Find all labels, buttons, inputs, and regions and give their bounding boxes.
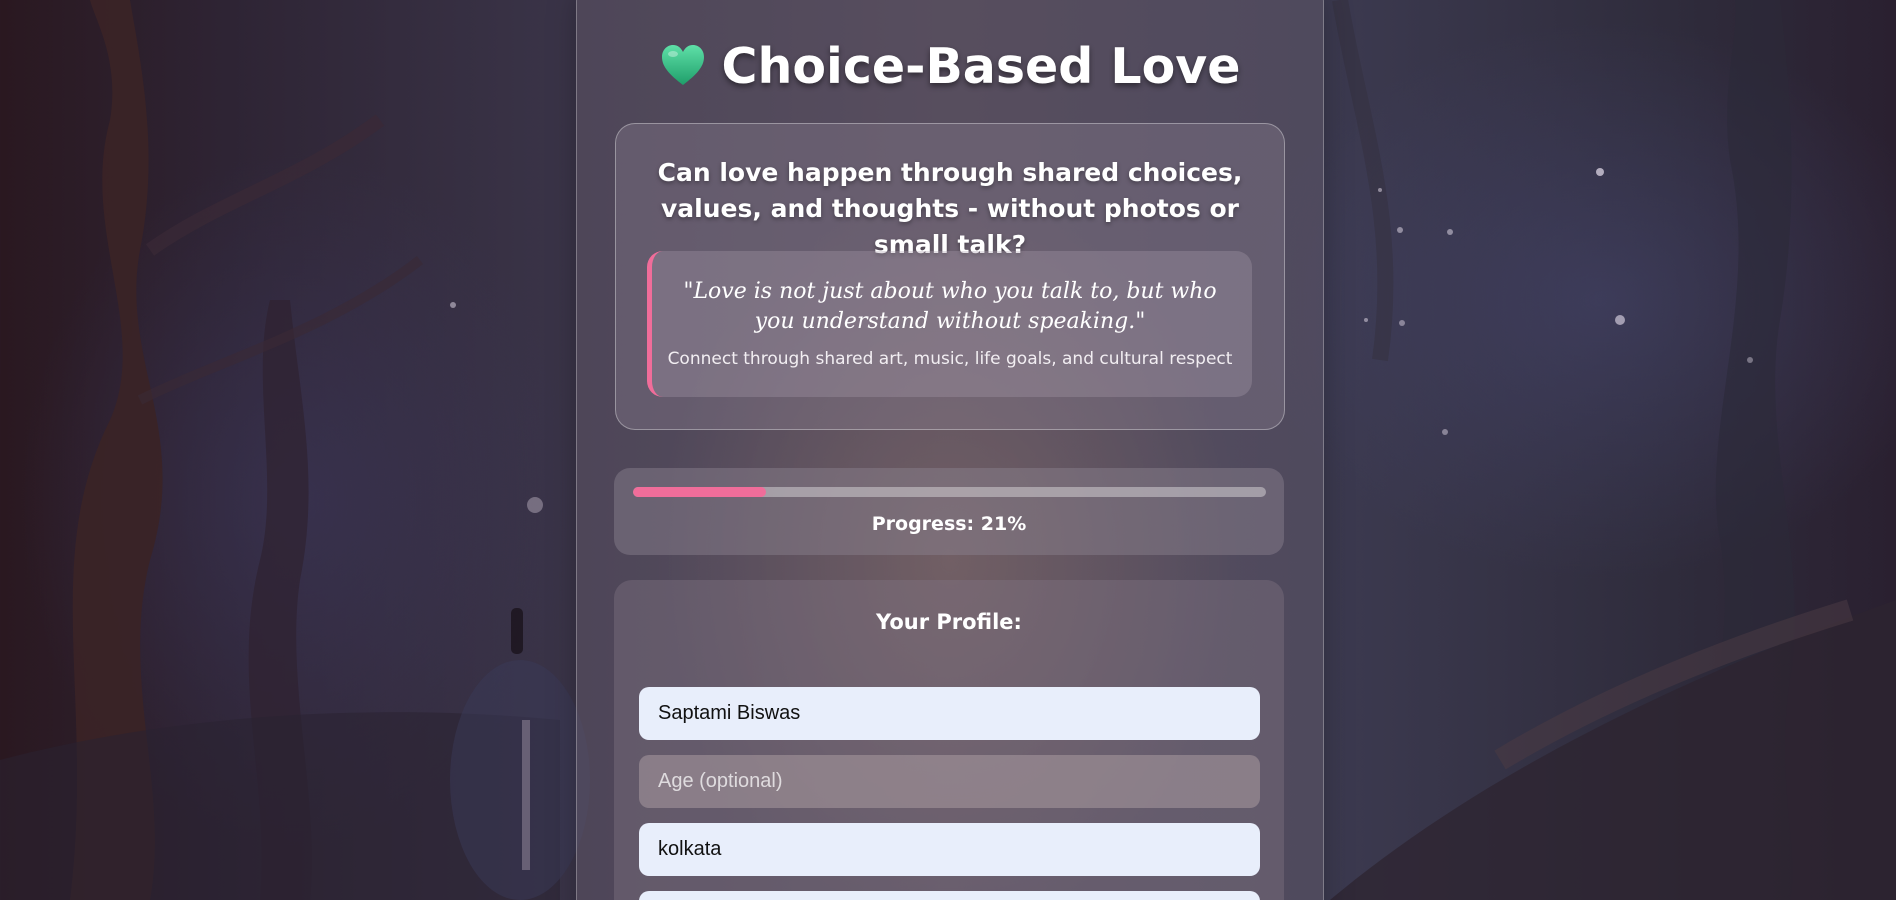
quote-text: "Love is not just about who you talk to,… [683,279,1217,334]
progress-label: Progress: 21% [871,513,1027,535]
name-input[interactable] [639,687,1260,740]
city-input[interactable] [639,823,1260,876]
page-title: Choice-Based Love [576,38,1324,95]
green-heart-icon [661,45,704,85]
progress-bar [633,487,1266,497]
quote-subtitle: Connect through shared art, music, life … [667,349,1233,369]
age-input[interactable] [639,755,1260,808]
progress-panel [614,468,1284,555]
page-title-text: Choice-Based Love [721,38,1241,95]
intro-question: Can love happen through shared choices, … [657,158,1243,259]
next-profile-input[interactable] [639,891,1260,900]
progress-bar-fill [633,487,766,497]
profile-heading: Your Profile: [876,610,1022,634]
